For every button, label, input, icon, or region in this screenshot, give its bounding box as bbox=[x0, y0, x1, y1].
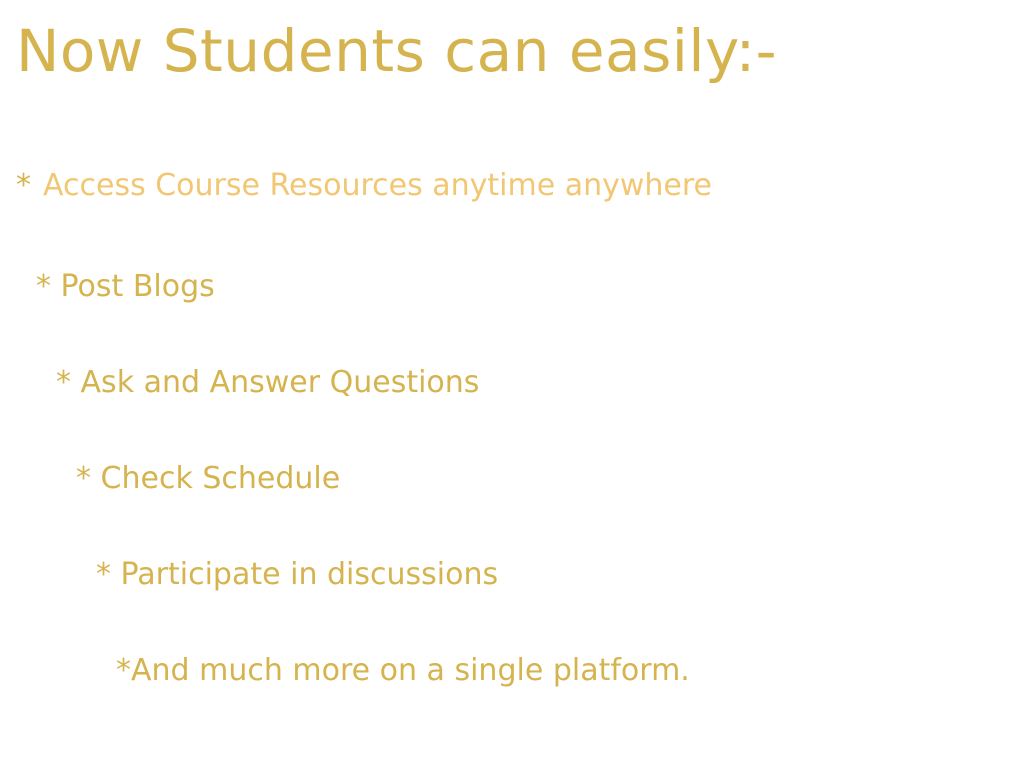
bullet-item-check-schedule: * Check Schedule bbox=[76, 459, 340, 499]
bullet-item-ask-answer: * Ask and Answer Questions bbox=[56, 363, 479, 403]
bullet-text: Check Schedule bbox=[91, 461, 341, 496]
bullet-item-access-resources: * Access Course Resources anytime anywher… bbox=[16, 166, 712, 206]
bullet-marker: * bbox=[96, 557, 111, 592]
bullet-item-much-more: *And much more on a single platform. bbox=[116, 651, 690, 691]
bullet-marker: * bbox=[36, 269, 51, 304]
bullet-text: Access Course Resources anytime anywhere bbox=[43, 168, 713, 203]
bullet-item-post-blogs: * Post Blogs bbox=[36, 267, 215, 307]
bullet-marker: * bbox=[116, 653, 131, 688]
bullet-text: Ask and Answer Questions bbox=[71, 365, 480, 400]
bullet-text: Participate in discussions bbox=[111, 557, 499, 592]
bullet-marker: * bbox=[16, 168, 31, 203]
bullet-text: Post Blogs bbox=[51, 269, 215, 304]
slide-title: Now Students can easily:- bbox=[16, 17, 778, 85]
bullet-text: And much more on a single platform. bbox=[131, 653, 690, 688]
bullet-marker: * bbox=[76, 461, 91, 496]
bullet-marker: * bbox=[56, 365, 71, 400]
bullet-item-participate: * Participate in discussions bbox=[96, 555, 498, 595]
